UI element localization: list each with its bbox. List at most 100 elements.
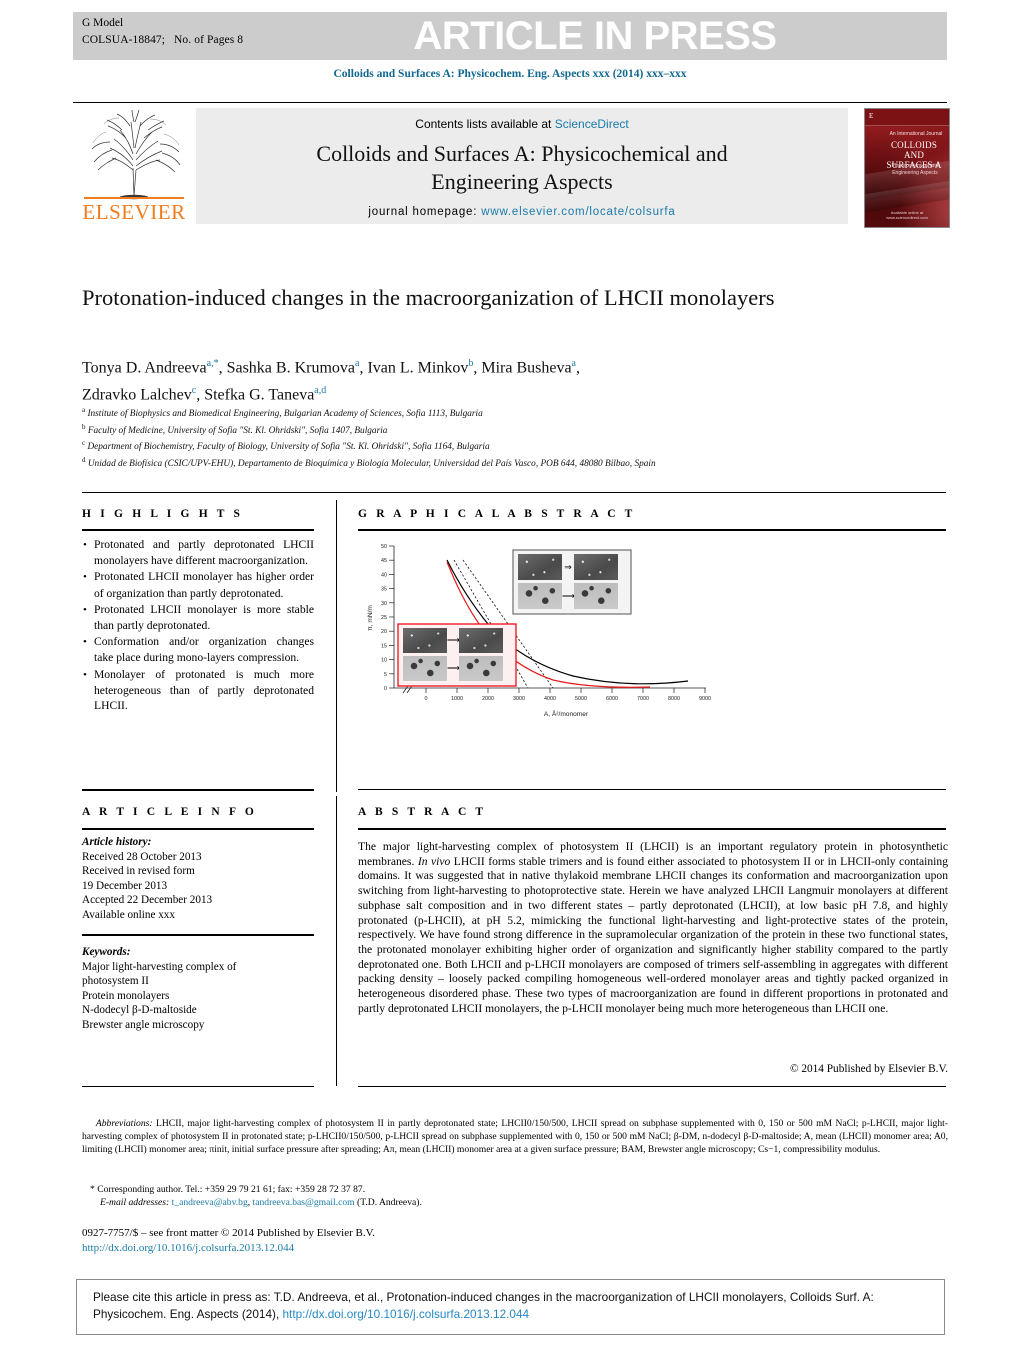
- afm-image-before: [403, 656, 447, 681]
- contents-prefix: Contents lists available at: [415, 117, 555, 131]
- author-name: Stefka G. Taneva: [204, 386, 315, 404]
- history-item: 19 December 2013: [82, 879, 168, 892]
- arrow-icon: ⟶: [447, 635, 460, 645]
- elsevier-logo: ELSEVIER: [78, 108, 190, 226]
- svg-text:15: 15: [381, 643, 387, 649]
- list-item: Conformation and/or organization changes…: [94, 634, 314, 666]
- graphical-abstract-heading: G R A P H I C A L A B S T R A C T: [358, 508, 636, 520]
- affiliation-item: a Institute of Biophysics and Biomedical…: [82, 404, 882, 421]
- affiliation-text: Faculty of Medicine, University of Sofia…: [87, 425, 388, 436]
- article-history: Article history: Received 28 October 201…: [82, 835, 312, 923]
- page-title: Protonation-induced changes in the macro…: [82, 285, 775, 310]
- svg-text:5: 5: [384, 672, 387, 678]
- svg-text:0: 0: [425, 696, 428, 702]
- svg-text:40: 40: [381, 572, 387, 578]
- author-name: Sashka B. Krumova: [226, 359, 356, 377]
- email-line: E-mail addresses: t_andreeva@abv.bg, tan…: [100, 1197, 422, 1209]
- svg-text:1000: 1000: [451, 696, 463, 702]
- svg-text:7000: 7000: [637, 696, 649, 702]
- history-item: Received 28 October 2013: [82, 850, 202, 863]
- abbreviations-label: Abbreviations:: [95, 1118, 153, 1129]
- list-item: Monolayer of protonated is much more het…: [94, 667, 314, 715]
- affiliation-text: Unidad de Biofísica (CSIC/UPV-EHU), Depa…: [87, 459, 656, 470]
- author-name: Zdravko Lalchev: [82, 386, 192, 404]
- cite-doi-link[interactable]: http://dx.doi.org/10.1016/j.colsurfa.201…: [283, 1307, 530, 1321]
- svg-text:4000: 4000: [544, 696, 556, 702]
- graphical-abstract-bottom-rule: [358, 789, 946, 790]
- abstract-rule: [358, 828, 946, 830]
- svg-text:25: 25: [381, 615, 387, 621]
- abstract-italic-in-vivo: In vivo: [417, 854, 451, 868]
- highlights-rule: [82, 529, 314, 531]
- author-affil-mark: c: [191, 385, 197, 397]
- article-info-heading: A R T I C L E I N F O: [82, 806, 257, 818]
- svg-text:8000: 8000: [668, 696, 680, 702]
- list-item: Protonated LHCII monolayer is more stabl…: [94, 602, 314, 634]
- affiliation-mark: d: [82, 456, 86, 465]
- history-item: Accepted 22 December 2013: [82, 894, 213, 907]
- article-info-bottom-rule: [82, 1086, 314, 1087]
- inset-row-bam-lhcii: ⟶: [403, 628, 503, 653]
- inset-row-afm-lhcii: ⟶: [403, 656, 503, 681]
- abstract-part-2: LHCII forms stable trimers and is found …: [358, 854, 948, 1015]
- journal-homepage-line: journal homepage: www.elsevier.com/locat…: [196, 206, 848, 218]
- affiliation-item: b Faculty of Medicine, University of Sof…: [82, 421, 882, 438]
- svg-text:2000: 2000: [482, 696, 494, 702]
- doi-link[interactable]: http://dx.doi.org/10.1016/j.colsurfa.201…: [82, 1241, 682, 1256]
- journal-article-page: G Model COLSUA-18847; No. of Pages 8 ART…: [0, 0, 1020, 1351]
- author-affil-mark: a,*: [206, 358, 219, 369]
- arrow-icon: ⇒: [564, 562, 572, 572]
- highlights-heading: H I G H L I G H T S: [82, 508, 244, 520]
- g-model-label: G Model: [82, 17, 124, 29]
- journal-homepage-url[interactable]: www.elsevier.com/locate/colsurfa: [481, 206, 675, 218]
- journal-homepage-label: journal homepage:: [368, 206, 482, 218]
- afm-image-after: [574, 583, 618, 609]
- page-count: No. of Pages 8: [174, 34, 244, 46]
- affiliation-item: c Department of Biochemistry, Faculty of…: [82, 437, 882, 454]
- abbreviations-block: Abbreviations: LHCII, major light-harves…: [82, 1117, 948, 1157]
- corresponding-author-line: * Corresponding author. Tel.: +359 29 79…: [90, 1184, 366, 1195]
- abbreviations-text: LHCII, major light-harvesting complex of…: [82, 1118, 948, 1156]
- keywords-label: Keywords:: [82, 946, 131, 958]
- email-suffix: (T.D. Andreeva).: [354, 1197, 422, 1209]
- abstract-bottom-rule: [358, 1086, 946, 1087]
- affiliation-list: a Institute of Biophysics and Biomedical…: [82, 404, 882, 471]
- affiliation-mark: b: [82, 422, 86, 431]
- svg-text:45: 45: [381, 558, 387, 564]
- journal-cover-thumbnail: E An International Journal COLLOIDS AND …: [864, 108, 950, 228]
- svg-text:10: 10: [381, 658, 387, 664]
- keyword-item: Brewster angle microscopy: [82, 1018, 205, 1031]
- svg-text:3000: 3000: [513, 696, 525, 702]
- affiliation-mark: c: [82, 439, 86, 448]
- bam-image-before: [518, 554, 562, 580]
- highlights-bottom-rule: [82, 789, 314, 791]
- cover-kicker: An International Journal: [889, 131, 943, 137]
- email-address-2[interactable]: tandreeva.bas@gmail.com: [253, 1197, 355, 1208]
- highlights-list: Protonated and partly deprotonated LHCII…: [82, 537, 314, 714]
- email-address-1[interactable]: t_andreeva@abv.bg: [172, 1197, 248, 1208]
- cover-header-strip: [865, 109, 949, 126]
- g-model-block: G Model COLSUA-18847; No. of Pages 8: [82, 15, 243, 49]
- journal-title-line1: Colloids and Surfaces A: Physicochemical…: [316, 141, 728, 166]
- issn-front-matter: 0927-7757/$ – see front matter © 2014 Pu…: [82, 1227, 375, 1239]
- history-item: Available online xxx: [82, 908, 175, 921]
- svg-text:5000: 5000: [575, 696, 587, 702]
- afm-image-after: [459, 656, 503, 681]
- article-info-rule: [82, 828, 314, 830]
- svg-text:20: 20: [381, 629, 387, 635]
- front-matter-block: 0927-7757/$ – see front matter © 2014 Pu…: [82, 1226, 682, 1255]
- email-label: E-mail addresses:: [100, 1197, 170, 1209]
- abstract-heading: A B S T R A C T: [358, 806, 487, 818]
- affiliation-text: Institute of Biophysics and Biomedical E…: [87, 409, 483, 420]
- arrow-icon: ⟶: [447, 663, 460, 673]
- elsevier-tree-icon: [91, 109, 181, 200]
- cover-subtitle: Physicochemical and Engineering Aspects: [891, 163, 939, 176]
- sciencedirect-link[interactable]: ScienceDirect: [555, 117, 629, 131]
- graphical-abstract-rule: [358, 529, 946, 531]
- svg-text:6000: 6000: [606, 696, 618, 702]
- author-affil-mark: a,d: [314, 385, 327, 397]
- author-name: Tonya D. Andreeva: [82, 359, 207, 377]
- column-divider-top: [336, 500, 337, 792]
- abstract-copyright: © 2014 Published by Elsevier B.V.: [789, 1063, 948, 1075]
- inset-row-bam-p: ⇒: [518, 554, 618, 580]
